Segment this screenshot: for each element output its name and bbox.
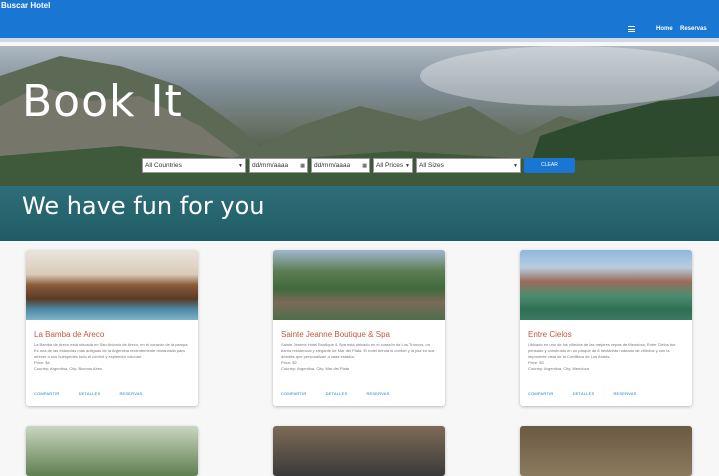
reserve-button[interactable]: RESERVAS xyxy=(613,391,636,396)
share-button[interactable]: COMPARTIR xyxy=(281,391,306,396)
hotel-card xyxy=(26,426,198,476)
hotel-description: Ubicado en uno de los viñedos de las mej… xyxy=(528,342,676,371)
nav-home[interactable]: Home xyxy=(656,26,673,32)
details-button[interactable]: DETALLES xyxy=(573,391,595,396)
app-bar: Buscar Hotel Home Reservas xyxy=(0,0,719,42)
reserve-button[interactable]: RESERVAS xyxy=(119,391,142,396)
hotel-description: La Bamba de Areco está ubicada en San An… xyxy=(34,342,189,371)
country-select[interactable]: All Countries ▼ xyxy=(142,158,246,173)
hotel-card: Sainte Jeanne Boutique & Spa Sainte Jean… xyxy=(273,250,445,406)
card-actions: COMPARTIR DETALLES RESERVAS xyxy=(281,391,437,396)
hotel-title[interactable]: Entre Cielos xyxy=(528,330,572,339)
hotel-image xyxy=(520,250,692,320)
card-actions: COMPARTIR DETALLES RESERVAS xyxy=(528,391,684,396)
hotel-title[interactable]: La Bamba de Areco xyxy=(34,330,104,339)
clear-button[interactable]: CLEAR xyxy=(524,158,575,173)
details-button[interactable]: DETALLES xyxy=(326,391,348,396)
hotel-card: La Bamba de Areco La Bamba de Areco está… xyxy=(26,250,198,406)
calendar-icon[interactable]: ▦ xyxy=(362,163,367,169)
hero-banner: Book It We have fun for you All Countrie… xyxy=(0,46,719,241)
reserve-button[interactable]: RESERVAS xyxy=(366,391,389,396)
brand-title[interactable]: Buscar Hotel xyxy=(1,1,50,10)
hotel-card xyxy=(520,426,692,476)
hotel-card: Entre Cielos Ubicado en uno de los viñed… xyxy=(520,250,692,406)
hero-subtitle: We have fun for you xyxy=(22,192,265,220)
hotel-description: Sainte Jeanne Hotel Boutique & Spa está … xyxy=(281,342,435,371)
hotel-title[interactable]: Sainte Jeanne Boutique & Spa xyxy=(281,330,390,339)
calendar-icon[interactable]: ▦ xyxy=(300,163,305,169)
hotel-image xyxy=(273,250,445,320)
size-select[interactable]: All Sizes ▼ xyxy=(416,158,521,173)
share-button[interactable]: COMPARTIR xyxy=(528,391,553,396)
hamburger-menu-icon[interactable] xyxy=(628,26,635,32)
hotel-image xyxy=(26,250,198,320)
share-button[interactable]: COMPARTIR xyxy=(34,391,59,396)
details-button[interactable]: DETALLES xyxy=(79,391,101,396)
card-actions: COMPARTIR DETALLES RESERVAS xyxy=(34,391,190,396)
date-to-input[interactable]: dd/mm/aaaa ▦ xyxy=(311,158,370,173)
date-from-input[interactable]: dd/mm/aaaa ▦ xyxy=(249,158,308,173)
chevron-down-icon: ▼ xyxy=(405,163,410,169)
chevron-down-icon: ▼ xyxy=(513,163,518,169)
chevron-down-icon: ▼ xyxy=(238,163,243,169)
hotel-card xyxy=(273,426,445,476)
nav-reservas[interactable]: Reservas xyxy=(680,26,707,32)
price-select[interactable]: All Prices ▼ xyxy=(373,158,413,173)
hero-title: Book It xyxy=(22,76,183,127)
